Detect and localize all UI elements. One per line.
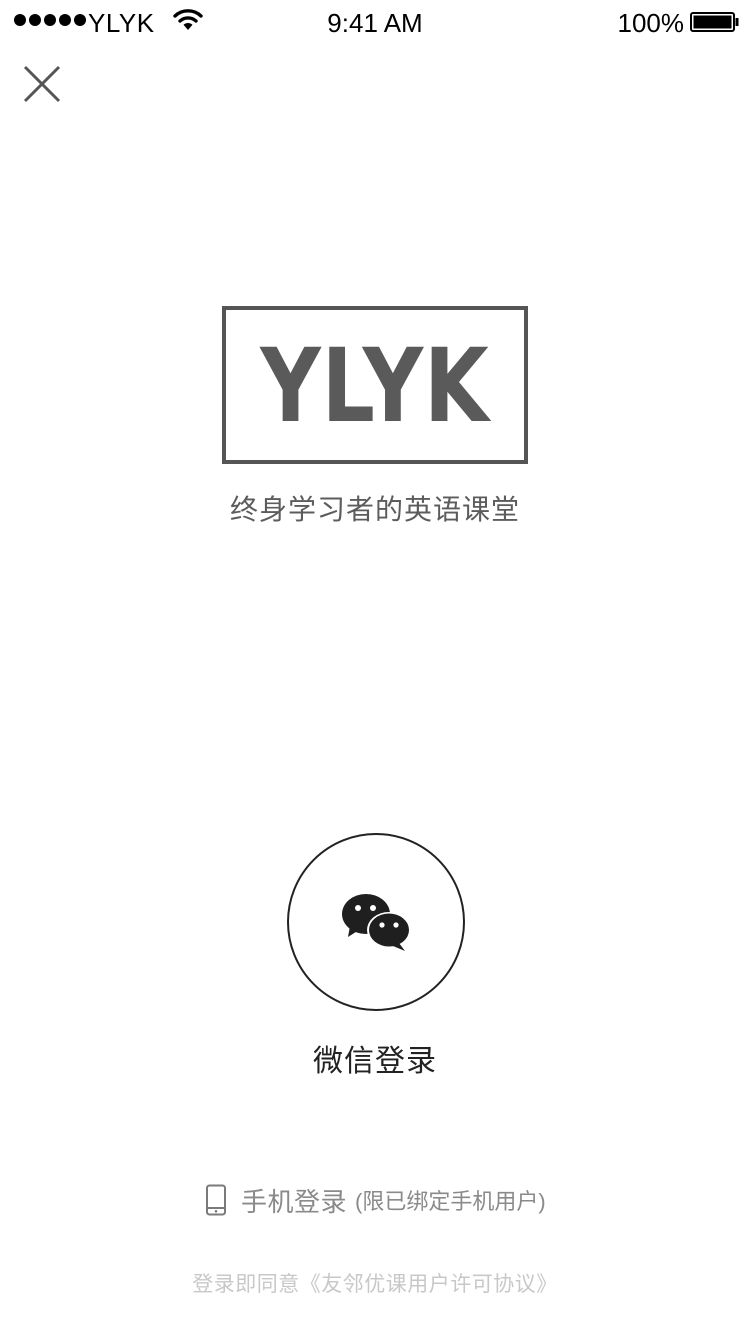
- agreement-prefix: 登录即同意: [192, 1273, 300, 1296]
- wechat-icon: [342, 894, 411, 951]
- mobile-phone-icon: [206, 1184, 226, 1216]
- status-bar: YLYK 9:41 AM 100%: [0, 0, 750, 40]
- wechat-login-button[interactable]: [287, 833, 465, 1011]
- phone-login-note: (限已绑定手机用户): [355, 1189, 546, 1214]
- phone-login-button[interactable]: 手机登录 (限已绑定手机用户): [205, 1182, 546, 1218]
- user-agreement-link[interactable]: 《友邻优课用户许可协议》: [300, 1273, 558, 1296]
- ylyk-logo: YLYK: [222, 306, 528, 464]
- logo-text: YLYK: [260, 327, 490, 446]
- battery-percentage: 100%: [617, 8, 685, 38]
- phone-login-label: 手机登录: [241, 1186, 348, 1217]
- close-button[interactable]: [22, 64, 62, 104]
- agreement-text: 登录即同意《友邻优课用户许可协议》: [0, 1268, 750, 1298]
- close-icon: [23, 65, 61, 103]
- wechat-login-label: 微信登录: [313, 1045, 437, 1078]
- battery-icon: [690, 12, 739, 32]
- tagline: 终身学习者的英语课堂: [229, 494, 520, 525]
